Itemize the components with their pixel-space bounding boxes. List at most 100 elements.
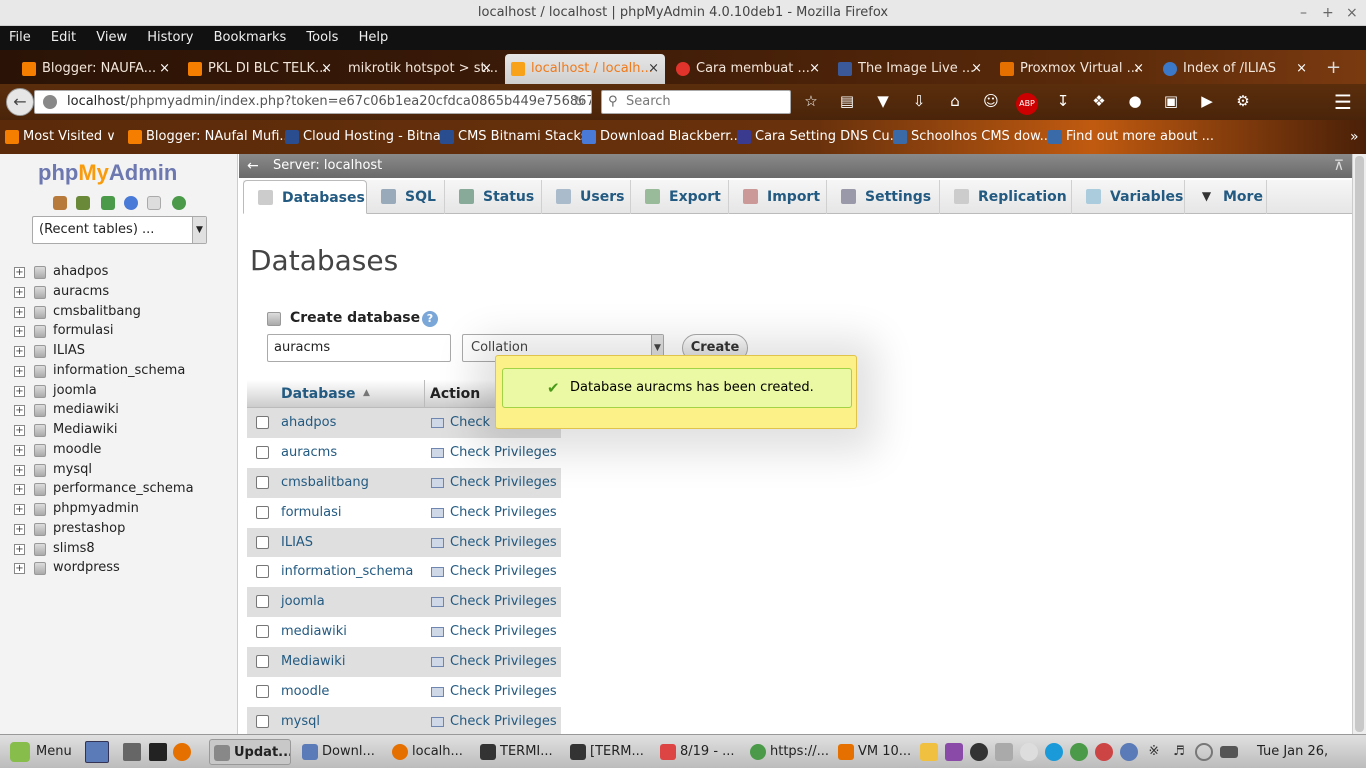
close-window-icon[interactable]: × [1346,0,1358,26]
tree-db-item[interactable]: + ahadpos [14,262,194,282]
expand-icon[interactable]: + [14,464,25,476]
home-icon[interactable]: ⌂ [944,90,966,112]
check-privileges-link[interactable]: Check [450,408,490,438]
downloads-icon[interactable]: ⇩ [908,90,930,112]
collapse-top-icon[interactable]: ⊼ [1334,154,1344,178]
expand-icon[interactable]: + [14,346,25,357]
tree-db-item[interactable]: + cmsbalitbang [14,302,194,322]
tree-db-item[interactable]: + moodle [14,440,194,460]
row-checkbox[interactable] [256,445,269,459]
shield-icon[interactable] [1120,743,1138,761]
expand-icon[interactable]: + [14,365,25,377]
database-link[interactable]: auracms [281,438,337,468]
tree-db-item[interactable]: + slims8 [14,539,194,559]
browser-tab[interactable]: Cara membuat ... × [670,54,826,84]
tab-more[interactable]: ▼ More [1185,180,1267,214]
check-privileges-link[interactable]: Check Privileges [450,617,557,647]
bookmark-item[interactable]: CMS Bitnami Stacks [440,120,588,154]
expand-icon[interactable]: + [14,543,25,555]
check-privileges-link[interactable]: Check Privileges [450,438,557,468]
network-icon[interactable] [1195,743,1213,761]
database-link[interactable]: ILIAS [281,528,313,558]
check-privileges-link[interactable]: Check Privileges [450,528,557,558]
browser-tab[interactable]: Proxmox Virtual ... × [994,54,1150,84]
bookmark-item[interactable]: Find out more about ... [1048,120,1214,154]
query-window-icon[interactable] [101,196,115,210]
menu-help[interactable]: Help [351,26,397,50]
expand-icon[interactable]: + [14,267,25,278]
browser-tab[interactable]: PKL DI BLC TELK... × [182,54,338,84]
terminal-launcher-icon[interactable] [149,743,167,761]
column-database[interactable]: Database [281,380,356,408]
expand-icon[interactable]: + [14,306,25,318]
docs-icon[interactable] [124,196,138,210]
expand-icon[interactable]: + [14,425,25,436]
tools-extension-icon[interactable]: ⚙ [1232,90,1254,112]
extension-icon[interactable]: ❖ [1088,90,1110,112]
start-menu-button[interactable]: Menu [6,739,72,765]
expand-icon[interactable]: + [14,563,25,575]
check-privileges-link[interactable]: Check Privileges [450,587,557,617]
row-checkbox[interactable] [256,505,269,519]
row-checkbox[interactable] [256,714,269,728]
maximize-icon[interactable]: + [1322,0,1334,26]
taskbar-window[interactable]: TERMI... [476,739,560,765]
green-extension-icon[interactable]: ● [1124,90,1146,112]
reading-list-icon[interactable]: ▤ [836,90,858,112]
taskbar-window[interactable]: localh... [388,739,470,765]
browser-tab[interactable]: The Image Live ... × [832,54,988,84]
tree-db-item[interactable]: + auracms [14,282,194,302]
chat-icon[interactable]: ☺ [980,90,1002,112]
close-tab-icon[interactable]: × [1133,54,1144,84]
row-checkbox[interactable] [256,625,269,639]
bookmark-item[interactable]: Schoolhos CMS dow... [893,120,1052,154]
expand-icon[interactable]: + [14,484,25,496]
expand-icon[interactable]: + [14,444,25,456]
menu-tools[interactable]: Tools [298,26,346,50]
tray-alert-icon[interactable] [1095,743,1113,761]
reload-nav-icon[interactable] [172,196,186,210]
tree-db-item[interactable]: + wordpress [14,558,194,578]
expand-icon[interactable]: + [14,504,25,515]
tray-folder-icon[interactable] [920,743,938,761]
database-link[interactable]: formulasi [281,498,342,528]
menu-bookmarks[interactable]: Bookmarks [206,26,295,50]
tab-settings[interactable]: Settings [827,180,940,214]
tab-export[interactable]: Export [631,180,729,214]
adblock-icon[interactable]: ABP [1016,93,1038,115]
minimize-icon[interactable]: – [1300,0,1307,26]
browser-tab[interactable]: Index of /ILIAS × [1157,54,1313,84]
close-tab-icon[interactable]: × [648,54,659,84]
taskbar-window[interactable]: 8/19 - ... [656,739,740,765]
tab-databases[interactable]: Databases [243,180,367,214]
tree-db-item[interactable]: + performance_schema [14,479,194,499]
tab-users[interactable]: Users [542,180,631,214]
tray-editor-icon[interactable] [995,743,1013,761]
row-checkbox[interactable] [256,535,269,549]
check-privileges-link[interactable]: Check Privileges [450,468,557,498]
skype-icon[interactable] [1045,743,1063,761]
close-tab-icon[interactable]: × [1296,54,1307,84]
bookmark-star-icon[interactable]: ☆ [800,90,822,112]
database-link[interactable]: information_schema [281,557,413,587]
show-desktop-icon[interactable] [85,741,109,763]
database-link[interactable]: moodle [281,677,329,707]
firefox-launcher-icon[interactable] [173,743,191,761]
tab-sql[interactable]: SQL [367,180,445,214]
screenshot-icon[interactable]: ▣ [1160,90,1182,112]
youtube-icon[interactable]: ▶ [1196,90,1218,112]
expand-icon[interactable]: + [14,523,25,535]
database-link[interactable]: mediawiki [281,617,347,647]
expand-icon[interactable]: + [14,385,25,397]
collapse-nav-icon[interactable]: ← [247,154,259,178]
reload-icon[interactable]: ↻ [573,91,585,113]
expand-icon[interactable]: + [14,405,25,417]
database-link[interactable]: cmsbalitbang [281,468,369,498]
tree-db-item[interactable]: + mysql [14,460,194,480]
check-privileges-link[interactable]: Check Privileges [450,707,557,734]
check-privileges-link[interactable]: Check Privileges [450,677,557,707]
files-launcher-icon[interactable] [123,743,141,761]
bookmark-item[interactable]: Cloud Hosting - Bitna... [285,120,453,154]
tree-db-item[interactable]: + information_schema [14,361,194,381]
check-privileges-link[interactable]: Check Privileges [450,557,557,587]
